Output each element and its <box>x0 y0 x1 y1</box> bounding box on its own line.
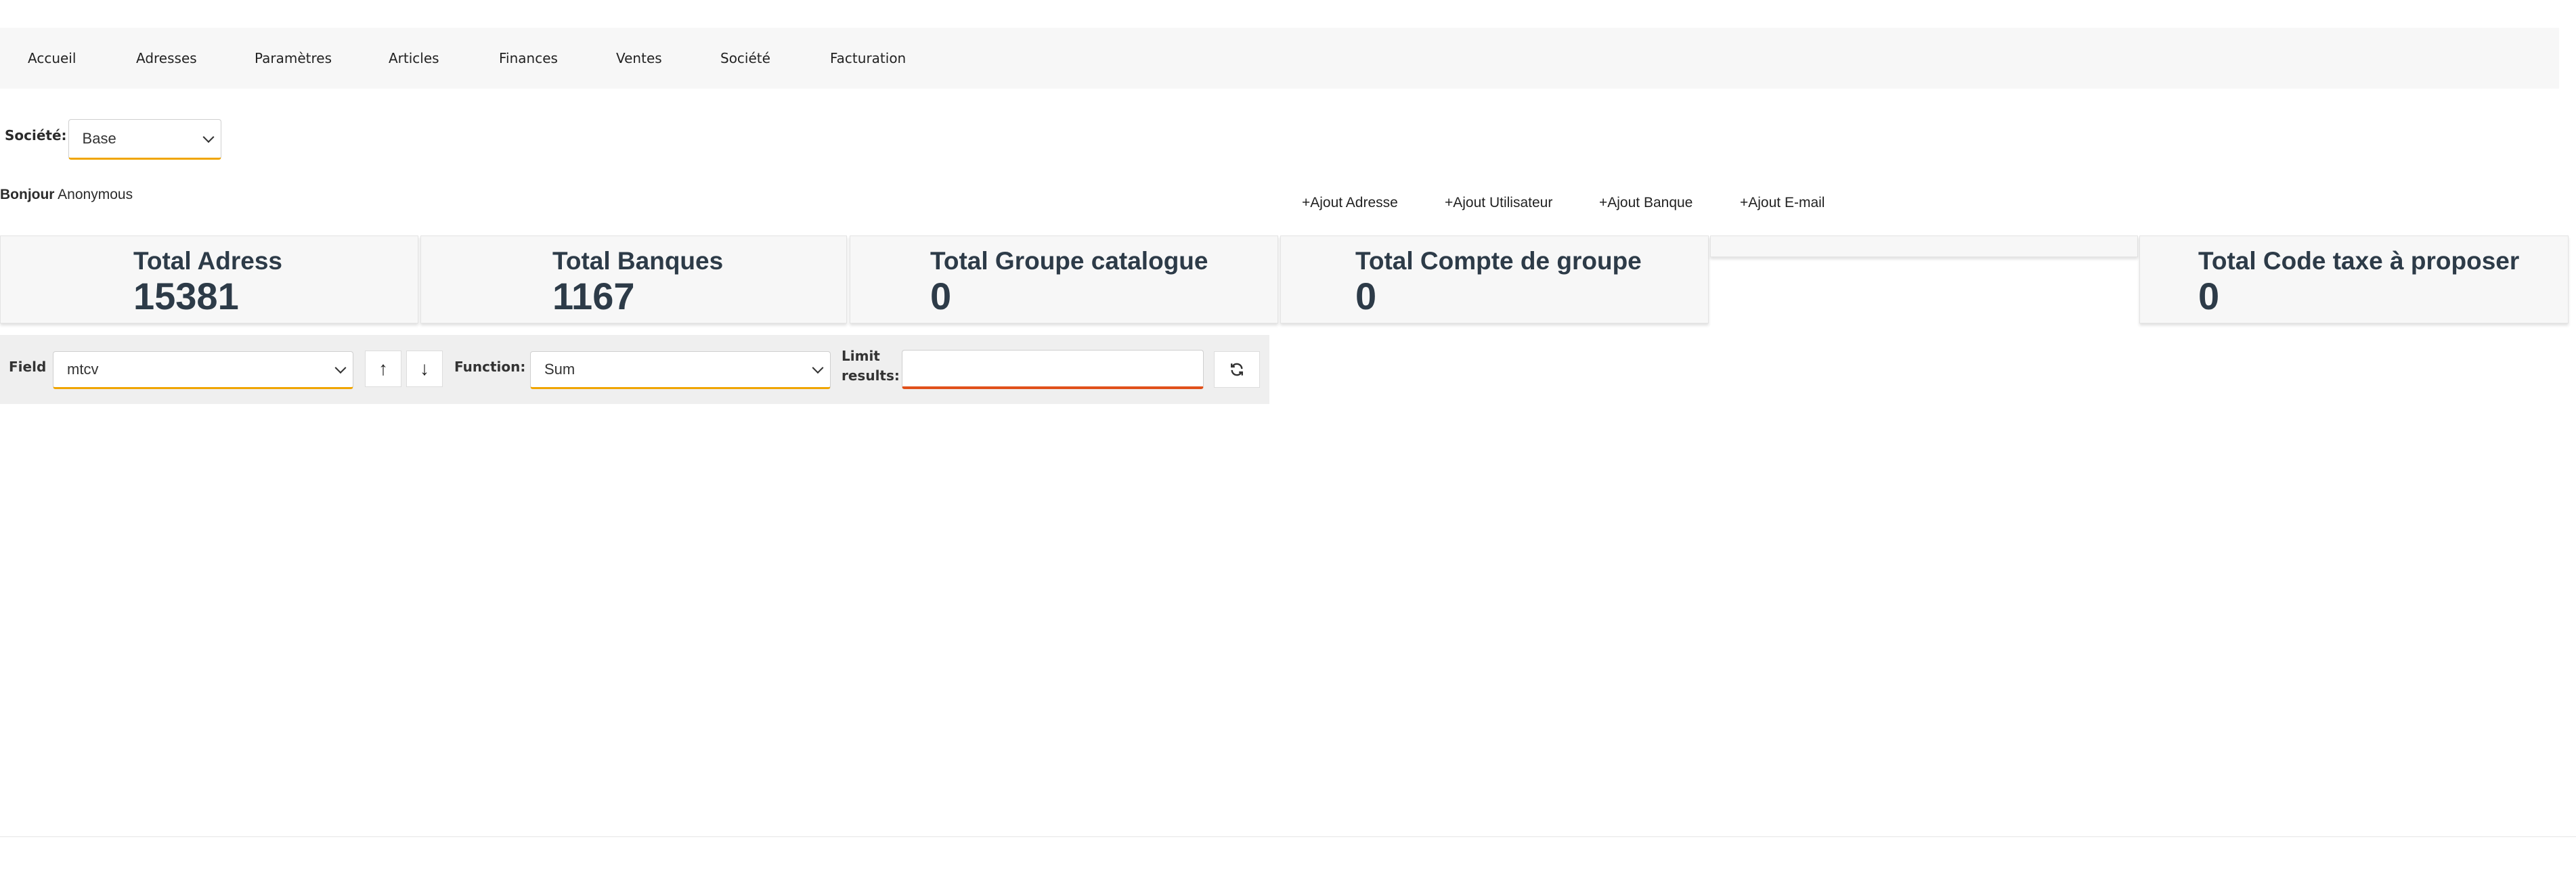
field-select-value: mtcv <box>67 361 99 378</box>
add-bank-link[interactable]: +Ajout Banque <box>1599 195 1693 211</box>
add-user-link[interactable]: +Ajout Utilisateur <box>1445 195 1552 211</box>
nav-item-finances[interactable]: Finances <box>499 50 558 66</box>
limit-results-input[interactable] <box>902 350 1204 389</box>
function-label: Function: <box>454 359 526 375</box>
stat-card-title: Total Groupe catalogue <box>930 247 1208 275</box>
footer-divider <box>0 836 2576 837</box>
chevron-down-icon <box>334 362 347 374</box>
nav-item-accueil[interactable]: Accueil <box>28 50 76 66</box>
arrow-up-icon: ↑ <box>378 358 388 379</box>
arrow-down-icon: ↓ <box>420 358 429 379</box>
field-label: Field <box>9 359 47 375</box>
function-select[interactable]: Sum <box>530 351 831 389</box>
stat-card-value: 0 <box>930 275 952 317</box>
sort-ascending-button[interactable]: ↑ <box>365 351 401 387</box>
stat-card-total-adress: Total Adress 15381 <box>0 235 418 323</box>
company-selector-row: Société: Base <box>5 119 221 160</box>
add-email-link[interactable]: +Ajout E-mail <box>1740 195 1825 211</box>
company-select-value: Base <box>82 130 116 147</box>
nav-item-parametres[interactable]: Paramètres <box>255 50 332 66</box>
stat-card-value: 0 <box>1355 275 1377 317</box>
stat-card-value: 0 <box>2198 275 2220 317</box>
company-select[interactable]: Base <box>68 119 221 160</box>
stat-card-title: Total Code taxe à proposer <box>2198 247 2520 275</box>
nav-item-facturation[interactable]: Facturation <box>830 50 906 66</box>
greeting-hello: Bonjour <box>0 187 55 202</box>
stat-card-value: 15381 <box>133 275 239 317</box>
company-label: Société: <box>5 127 67 143</box>
sort-descending-button[interactable]: ↓ <box>406 351 443 387</box>
nav-item-ventes[interactable]: Ventes <box>616 50 662 66</box>
field-select[interactable]: mtcv <box>53 351 353 389</box>
stat-card-total-groupe-catalogue: Total Groupe catalogue 0 <box>850 235 1278 323</box>
greeting-user: Anonymous <box>58 187 133 202</box>
stat-card-title: Total Adress <box>133 247 282 275</box>
aggregation-toolbar: Field mtcv ↑ ↓ Function: Sum Limit resul… <box>0 335 1269 404</box>
stat-card-total-compte-de-groupe: Total Compte de groupe 0 <box>1280 235 1709 323</box>
add-address-link[interactable]: +Ajout Adresse <box>1302 195 1398 211</box>
stat-card-empty <box>1710 235 2138 257</box>
function-select-value: Sum <box>544 361 575 378</box>
refresh-button[interactable] <box>1214 351 1260 388</box>
greeting: Bonjour Anonymous <box>0 187 133 203</box>
nav-item-societe[interactable]: Société <box>720 50 770 66</box>
stat-card-title: Total Compte de groupe <box>1355 247 1642 275</box>
limit-label: Limit <box>842 348 880 364</box>
chevron-down-icon <box>812 362 824 374</box>
stat-card-value: 1167 <box>552 275 635 317</box>
nav-item-adresses[interactable]: Adresses <box>136 50 197 66</box>
refresh-icon <box>1231 363 1243 376</box>
top-navigation: Accueil Adresses Paramètres Articles Fin… <box>0 28 2559 89</box>
stat-card-total-code-taxe: Total Code taxe à proposer 0 <box>2139 235 2569 323</box>
stat-card-title: Total Banques <box>552 247 724 275</box>
stat-card-total-banques: Total Banques 1167 <box>420 235 847 323</box>
limit-label-results: results: <box>842 367 900 384</box>
nav-item-articles[interactable]: Articles <box>389 50 439 66</box>
chevron-down-icon <box>202 131 215 143</box>
